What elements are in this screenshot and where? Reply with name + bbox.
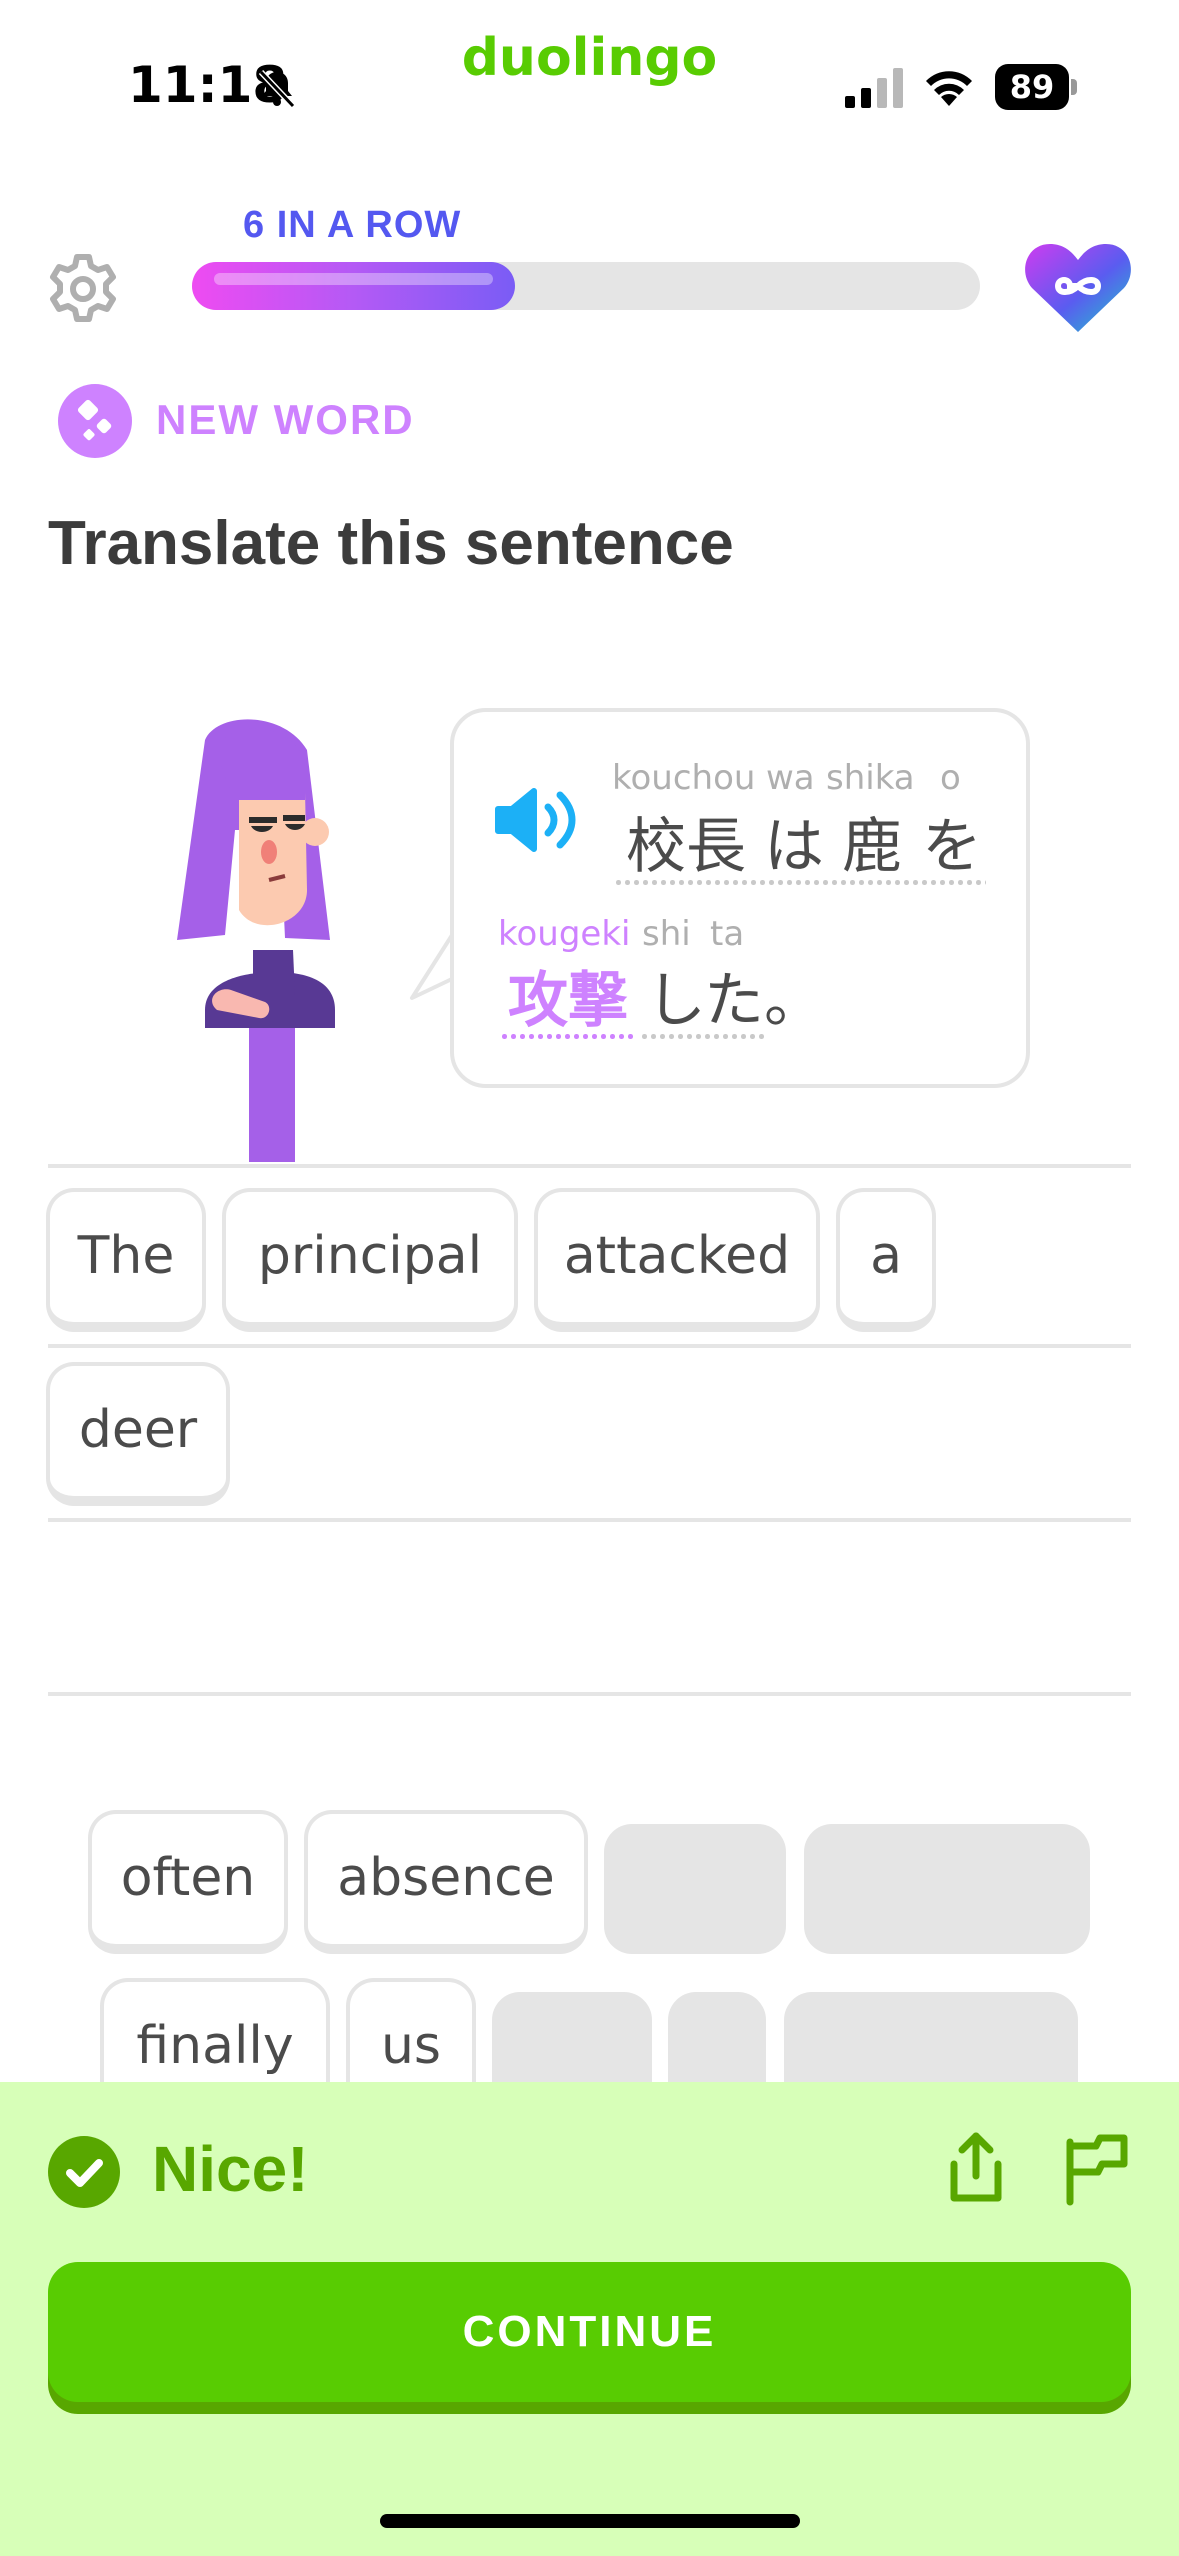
answer-word-chip[interactable]: The: [46, 1188, 206, 1332]
word-underline: [614, 880, 986, 885]
word-bank-empty-slot: [604, 1824, 786, 1954]
word-underline: [640, 1034, 764, 1039]
home-indicator[interactable]: [380, 2514, 800, 2528]
progress-fill: [192, 262, 516, 310]
word-kouchou[interactable]: 校長: [626, 798, 746, 885]
word-kougeki-new[interactable]: 攻撃: [508, 952, 628, 1039]
share-icon[interactable]: [940, 2128, 1012, 2208]
sparkle-icon: [77, 399, 112, 441]
page-title: Translate this sentence: [48, 509, 734, 578]
wifi-icon: [926, 71, 972, 106]
word-shi[interactable]: し: [646, 952, 706, 1039]
speaker-audio-icon[interactable]: [494, 785, 578, 855]
battery-tip: [1071, 79, 1077, 95]
reading-shika: shika: [826, 758, 915, 798]
word-bank-chip[interactable]: absence: [304, 1810, 588, 1954]
answer-word-chip[interactable]: a: [836, 1188, 936, 1332]
checkmark-icon: [66, 2159, 103, 2187]
streak-label: 6 IN A ROW: [243, 204, 462, 246]
new-word-icon: [58, 384, 132, 458]
progress-shine: [214, 273, 494, 285]
new-word-underline: [500, 1034, 634, 1039]
settings-gear-icon[interactable]: [46, 252, 120, 326]
answer-word-chip[interactable]: attacked: [534, 1188, 820, 1332]
lily-character-illustration: [177, 719, 335, 1162]
reading-ta: ta: [710, 914, 745, 954]
reading-shi: shi: [642, 914, 691, 954]
reading-kouchou: kouchou: [612, 758, 756, 798]
battery-level: 89: [995, 64, 1069, 110]
word-ta[interactable]: た。: [704, 952, 824, 1039]
continue-button[interactable]: CONTINUE: [48, 2262, 1131, 2402]
word-wa[interactable]: は: [764, 798, 824, 885]
answer-word-chip[interactable]: deer: [46, 1362, 230, 1506]
reading-wa: wa: [766, 758, 815, 798]
answer-line: [48, 1164, 1131, 1168]
infinite-hearts-icon[interactable]: [1022, 238, 1134, 336]
speech-bubble-tail: [410, 932, 456, 1000]
cellular-signal-icon: [845, 68, 903, 108]
lesson-progress-bar: [192, 262, 980, 310]
answer-word-chip[interactable]: principal: [222, 1188, 518, 1332]
check-circle-icon: [48, 2136, 120, 2208]
reading-kougeki: kougeki: [498, 914, 631, 954]
report-flag-icon[interactable]: [1060, 2128, 1132, 2208]
new-word-label: NEW WORD: [156, 396, 415, 443]
answer-line: [48, 1518, 1131, 1522]
word-bank-chip[interactable]: often: [88, 1810, 288, 1954]
answer-line: [48, 1692, 1131, 1696]
word-shika[interactable]: 鹿: [842, 798, 902, 885]
feedback-message: Nice!: [152, 2133, 309, 2205]
answer-line: [48, 1344, 1131, 1348]
word-o[interactable]: を: [922, 798, 982, 885]
word-bank-empty-slot: [804, 1824, 1090, 1954]
battery-indicator: 89: [995, 64, 1077, 110]
reading-o: o: [940, 758, 961, 798]
